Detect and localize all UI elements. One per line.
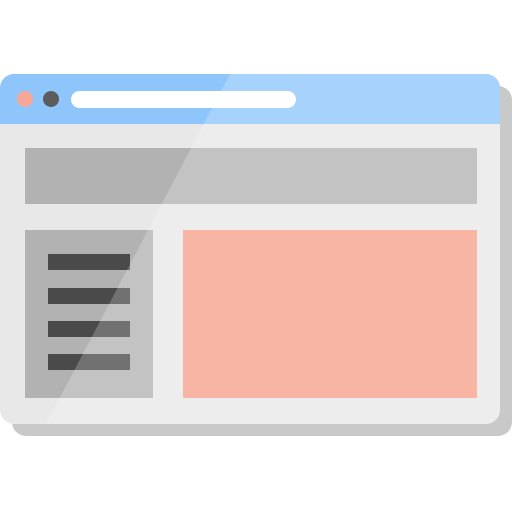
minimize-dot	[43, 91, 59, 107]
menu-line	[48, 254, 130, 270]
close-dot	[17, 91, 33, 107]
browser-window-icon	[0, 74, 512, 436]
browser-window	[0, 74, 500, 424]
browser-illustration	[0, 0, 512, 512]
